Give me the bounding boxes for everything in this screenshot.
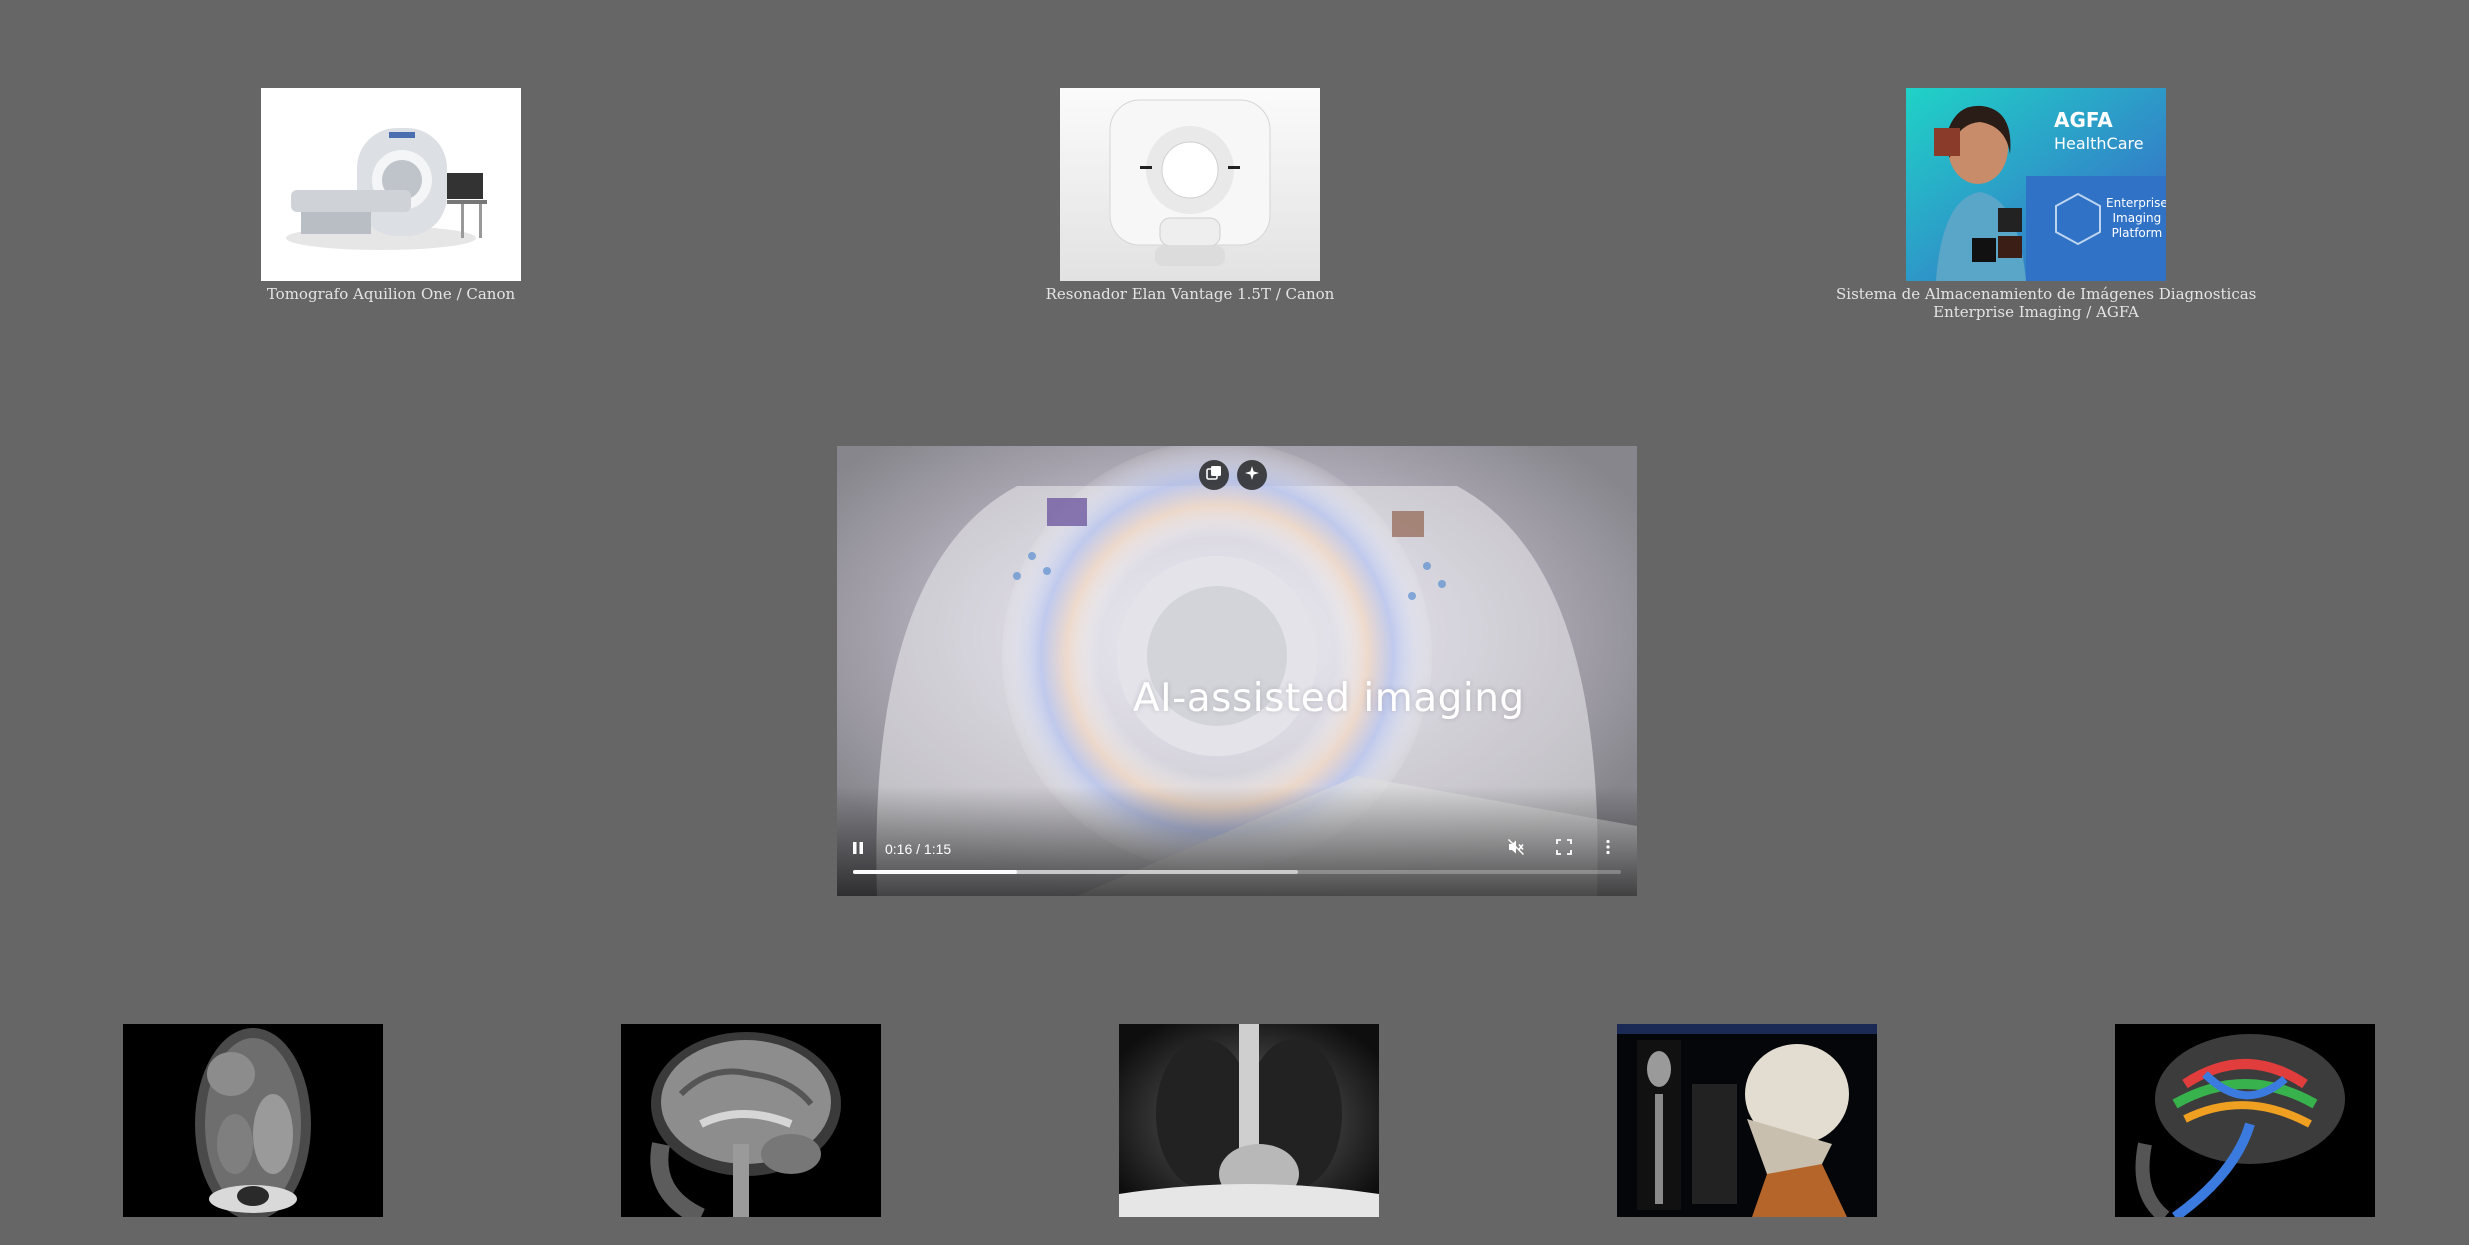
- product-caption: Tomografo Aquilion One / Canon: [191, 285, 591, 303]
- caption-line: Tomografo Aquilion One / Canon: [266, 285, 516, 303]
- agfa-product-line: Platform: [2111, 226, 2163, 240]
- agfa-banner-image[interactable]: AGFA HealthCare Enterprise Imaging Platf…: [1906, 88, 2166, 281]
- agfa-brand-label: AGFA: [2054, 108, 2113, 132]
- abdominal-ct-coronal-image[interactable]: [123, 1024, 383, 1217]
- product-caption: Resonador Elan Vantage 1.5T / Canon: [990, 285, 1390, 303]
- picture-in-picture-icon: [1206, 465, 1222, 485]
- mute-icon: [1507, 838, 1525, 860]
- mute-button[interactable]: [1507, 836, 1525, 862]
- agfa-brand-sub: HealthCare: [2054, 134, 2144, 153]
- caption-line: Enterprise Imaging / AGFA: [1933, 303, 2139, 321]
- more-options-icon: [1605, 839, 1611, 859]
- fullscreen-icon: [1556, 839, 1572, 859]
- fullscreen-button[interactable]: [1556, 836, 1572, 862]
- enhance-icon: [1244, 465, 1260, 485]
- enhance-button[interactable]: [1237, 460, 1267, 490]
- agfa-product-line: Imaging: [2112, 211, 2162, 225]
- mri-scanner-image[interactable]: [1060, 88, 1320, 281]
- progress-bar[interactable]: [853, 870, 1621, 874]
- video-overlay-caption: AI-assisted imaging: [1133, 676, 1525, 721]
- pause-icon: [851, 840, 865, 859]
- pause-button[interactable]: [851, 836, 865, 862]
- product-agfa-platform: AGFA HealthCare Enterprise Imaging Platf…: [1836, 88, 2257, 321]
- caption-line: Sistema de Almacenamiento de Imágenes Di…: [1836, 285, 2257, 303]
- brain-mri-sagittal-image[interactable]: [621, 1024, 881, 1217]
- brain-tractography-image[interactable]: [2115, 1024, 2375, 1217]
- played-bar: [853, 870, 1017, 874]
- ct-scanner-image[interactable]: [261, 88, 521, 281]
- more-options-button[interactable]: [1605, 836, 1611, 862]
- time-display: 0:16 / 1:15: [885, 841, 952, 857]
- video-player[interactable]: AI-assisted imaging 0:16 / 1:15: [837, 446, 1637, 896]
- product-mri-scanner: Resonador Elan Vantage 1.5T / Canon: [990, 88, 1390, 303]
- product-ct-scanner: Tomografo Aquilion One / Canon: [191, 88, 591, 303]
- 3d-skull-ct-reconstruction-image[interactable]: [1617, 1024, 1877, 1217]
- chest-xray-image[interactable]: [1119, 1024, 1379, 1217]
- picture-in-picture-button[interactable]: [1199, 460, 1229, 490]
- agfa-product-lines: Enterprise Imaging Platform: [2106, 196, 2166, 241]
- product-caption: Sistema de Almacenamiento de Imágenes Di…: [1836, 285, 2257, 321]
- caption-line: Resonador Elan Vantage 1.5T / Canon: [1045, 285, 1335, 303]
- agfa-product-line: Enterprise: [2106, 196, 2166, 210]
